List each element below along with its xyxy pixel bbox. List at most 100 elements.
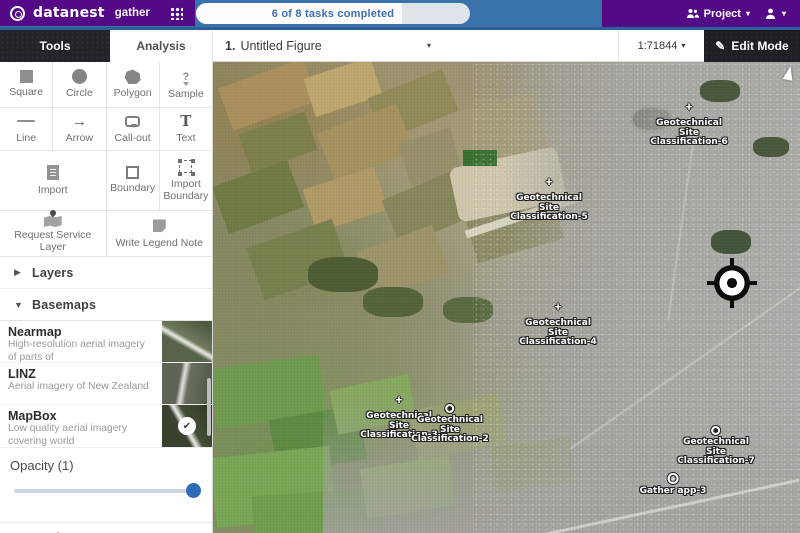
- top-bar: datanest gather 6 of 8 tasks completed P…: [0, 0, 800, 30]
- tool-import[interactable]: Import: [0, 151, 106, 210]
- tool-polygon[interactable]: Polygon: [106, 62, 159, 107]
- cross-marker-icon: [395, 391, 403, 409]
- datanest-logo-icon: [10, 5, 25, 21]
- app-window: datanest gather 6 of 8 tasks completed P…: [0, 0, 800, 533]
- tab-analysis[interactable]: Analysis: [110, 30, 213, 62]
- tool-label: Polygon: [113, 87, 152, 100]
- basemap-name: MapBox: [8, 409, 57, 423]
- tool-sample[interactable]: Sample: [159, 62, 212, 107]
- marker-label: Geotechnical Site Classification-6: [650, 118, 728, 147]
- figure-number: 1.: [225, 39, 236, 53]
- circle-marker-icon: [445, 404, 455, 413]
- left-sidebar: Square Circle Polygon Sample Line Arrow: [0, 62, 213, 533]
- tool-write-legend-note[interactable]: Write Legend Note: [106, 211, 212, 256]
- app-grid-icon[interactable]: [169, 6, 183, 20]
- basemap-thumbnail: [162, 363, 212, 404]
- marker-label: Geotechnical Site Classification-4: [519, 318, 597, 347]
- project-people-icon: [686, 8, 699, 19]
- basemap-item-linz[interactable]: LINZ Aerial imagery of New Zealand: [0, 363, 212, 405]
- tool-label: Boundary: [110, 182, 156, 195]
- sidebar-scrollbar[interactable]: [207, 378, 211, 436]
- tool-grid: Square Circle Polygon Sample Line Arrow: [0, 62, 212, 257]
- marker-label: Gather app-3: [639, 486, 707, 496]
- toolbar-row: Tools Analysis 1. Untitled Figure ▾ 1:71…: [0, 30, 800, 62]
- tool-square[interactable]: Square: [0, 62, 53, 107]
- basemap-thumbnail: [162, 321, 212, 362]
- chevron-down-icon: ▾: [427, 41, 432, 50]
- opacity-control: Opacity (1): [0, 448, 212, 510]
- map-marker-classification-6[interactable]: GeotechnicalSiteClassification-6: [650, 98, 728, 148]
- map-marker-classification-2[interactable]: Geotechnical Site Classification-2: [411, 404, 489, 445]
- note-icon: [152, 219, 166, 233]
- tool-callout[interactable]: Call-out: [106, 108, 159, 150]
- tool-request-service-layer[interactable]: Request Service Layer: [0, 208, 106, 256]
- tool-label: Call-out: [114, 132, 151, 145]
- opacity-slider-thumb[interactable]: [186, 483, 201, 498]
- figure-selector[interactable]: 1. Untitled Figure ▾: [213, 30, 619, 62]
- cross-marker-icon: [685, 98, 693, 116]
- arrow-icon: [72, 113, 87, 129]
- tab-tools[interactable]: Tools: [0, 30, 110, 62]
- section-settings[interactable]: ▶ Settings: [0, 522, 212, 533]
- tool-label: Arrow: [65, 132, 94, 145]
- square-icon: [19, 70, 33, 84]
- project-menu[interactable]: Project ▾: [686, 8, 750, 20]
- chevron-right-icon: ▶: [14, 267, 21, 277]
- polygon-icon: [124, 69, 141, 85]
- tool-label: Line: [16, 132, 37, 145]
- tool-import-boundary[interactable]: Import Boundary: [159, 151, 212, 210]
- tool-arrow[interactable]: Arrow: [53, 108, 106, 150]
- map-canvas[interactable]: GeotechnicalSiteClassification-6 Geotech…: [213, 62, 800, 533]
- tool-boundary[interactable]: Boundary: [106, 151, 159, 210]
- circle-marker-icon: [711, 426, 721, 435]
- tool-label: Import: [37, 183, 68, 196]
- basemap-item-nearmap[interactable]: Nearmap High-resolution aerial imagery o…: [0, 321, 212, 363]
- tool-label: Request Service Layer: [14, 228, 92, 253]
- brand-block[interactable]: datanest gather: [0, 0, 195, 26]
- text-icon: [180, 113, 191, 129]
- basemap-description: Aerial imagery of New Zealand: [8, 381, 149, 392]
- map-pin-icon: [43, 208, 62, 227]
- basemap-thumbnail: [162, 405, 212, 447]
- map-marker-classification-7[interactable]: Geotechnical Site Classification-7: [677, 426, 755, 467]
- opacity-slider-track[interactable]: [14, 483, 201, 498]
- figure-name: Untitled Figure: [240, 39, 322, 53]
- tool-label: Sample: [168, 87, 204, 100]
- section-label: Basemaps: [32, 297, 97, 312]
- tool-label: Import Boundary: [163, 177, 209, 202]
- tool-text[interactable]: Text: [159, 108, 212, 150]
- basemap-description: Low quality aerial imagery covering worl…: [8, 423, 128, 447]
- circle-plus-marker-icon: [667, 473, 679, 484]
- callout-icon: [125, 115, 141, 128]
- tasks-progress-bar: 6 of 8 tasks completed: [196, 3, 470, 24]
- user-avatar-icon: [764, 7, 777, 20]
- basemap-description: High-resolution aerial imagery of parts …: [8, 339, 145, 362]
- map-marker-classification-4[interactable]: GeotechnicalSiteClassification-4: [519, 298, 597, 348]
- basemap-name: LINZ: [8, 367, 36, 381]
- chevron-down-icon: ▾: [745, 8, 750, 18]
- boundary-icon: [126, 166, 140, 180]
- chevron-down-icon: ▾: [781, 8, 786, 18]
- pencil-icon: ✎: [715, 39, 726, 53]
- product-name: gather: [114, 7, 150, 19]
- map-marker-classification-5[interactable]: GeotechnicalSiteClassification-5: [510, 173, 588, 223]
- cross-marker-icon: [554, 298, 562, 316]
- section-layers[interactable]: ▶ Layers: [0, 257, 212, 289]
- edit-mode-button[interactable]: ✎ Edit Mode: [704, 30, 800, 62]
- map-marker-gather-app-3[interactable]: Gather app-3: [639, 473, 707, 497]
- basemap-item-mapbox[interactable]: MapBox Low quality aerial imagery coveri…: [0, 405, 212, 447]
- user-menu[interactable]: ▾: [764, 7, 786, 20]
- section-basemaps[interactable]: ▼ Basemaps: [0, 289, 212, 321]
- basemap-name: Nearmap: [8, 325, 62, 339]
- section-label: Layers: [32, 265, 74, 280]
- circle-icon: [71, 69, 87, 85]
- tool-line[interactable]: Line: [0, 108, 53, 150]
- tool-label: Write Legend Note: [115, 236, 203, 249]
- map-scale-selector[interactable]: 1:71844 ▾: [619, 30, 704, 62]
- tool-circle[interactable]: Circle: [53, 62, 106, 107]
- tool-label: Text: [176, 132, 196, 145]
- brand-name: datanest: [33, 5, 105, 21]
- basemap-list: Nearmap High-resolution aerial imagery o…: [0, 321, 212, 448]
- tool-label: Square: [9, 86, 44, 99]
- user-block: Project ▾ ▾: [602, 0, 800, 27]
